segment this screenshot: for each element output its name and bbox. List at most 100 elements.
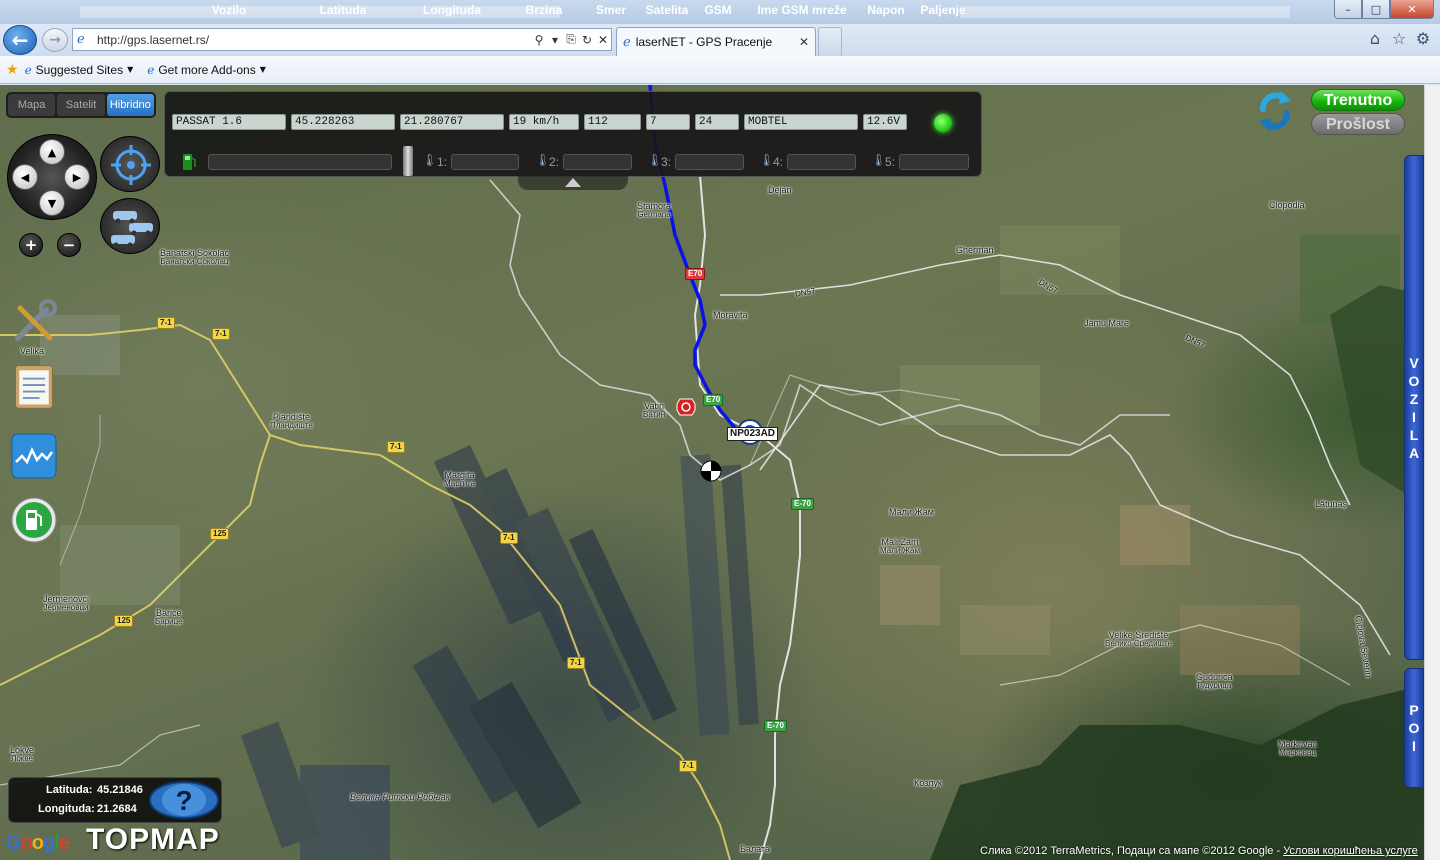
place-label: Velike Središte Велико Средиште xyxy=(1105,630,1172,649)
favorite-suggested-sites[interactable]: ℯ Suggested Sites ▼ xyxy=(25,63,134,77)
favorites-add-icon[interactable]: ★ xyxy=(6,62,19,78)
help-globe-icon[interactable]: ? xyxy=(148,780,220,820)
place-label: Vatin Ватин xyxy=(643,401,666,420)
place-label: Козлук xyxy=(914,778,942,788)
pan-down-button[interactable]: ▼ xyxy=(39,190,65,216)
vehicle-name-field[interactable]: PASSAT 1.6 xyxy=(172,114,286,130)
tab-letter: V xyxy=(1409,354,1419,371)
stop-icon[interactable]: ✕ xyxy=(595,33,611,47)
place-label: Dejan xyxy=(768,185,792,195)
show-all-vehicles-button[interactable] xyxy=(100,198,160,254)
back-button[interactable]: ← xyxy=(3,25,37,55)
road-shield: E-70 xyxy=(764,720,787,732)
forward-arrow-icon: → xyxy=(49,32,61,48)
address-text[interactable]: http://gps.lasernet.rs/ xyxy=(97,33,531,47)
map-type-hibridno[interactable]: Hibridno xyxy=(106,94,154,116)
road-shield: E70 xyxy=(685,268,706,280)
road-shield: 7-1 xyxy=(387,441,405,453)
alarm-marker-icon[interactable] xyxy=(676,398,696,416)
header-network: Ime GSM mreže xyxy=(757,3,847,17)
page-scrollbar[interactable] xyxy=(1424,85,1440,860)
thermometer-icon: 🌡 xyxy=(871,153,887,167)
place-label: Gherman xyxy=(956,245,994,255)
close-button[interactable]: ✕ xyxy=(1390,0,1434,19)
longitude-label: Longituda: xyxy=(38,803,95,815)
compatibility-icon[interactable]: ⎘ xyxy=(563,32,579,47)
start-flag-icon[interactable] xyxy=(700,460,722,482)
road-shield: 7-1 xyxy=(679,760,697,772)
map-type-mapa[interactable]: Mapa xyxy=(8,94,56,116)
sensor-1-label: 1: xyxy=(437,155,448,169)
tools-label: Velika xyxy=(20,346,45,356)
dropdown-icon[interactable]: ▾ xyxy=(547,33,563,47)
svg-text:?: ? xyxy=(175,785,192,816)
place-label: Jamu Mare xyxy=(1084,318,1130,328)
thermometer-icon: 🌡 xyxy=(535,153,551,167)
voltage-field: 12.6V xyxy=(863,114,907,130)
ignition-status-led xyxy=(934,114,952,132)
collapse-up-icon[interactable] xyxy=(565,178,581,187)
place-label: Margita Маргита xyxy=(444,470,476,489)
cars-icon xyxy=(111,211,153,248)
home-icon[interactable]: ⌂ xyxy=(1364,28,1386,50)
latitude-field: 45.228263 xyxy=(291,114,395,130)
poi-side-tab[interactable]: P O I xyxy=(1404,668,1424,788)
place-label: Markovac Марковац xyxy=(1278,739,1318,758)
tab-letter: L xyxy=(1409,426,1419,443)
tab-letter: I xyxy=(1412,408,1416,425)
vehicles-side-tab[interactable]: V O Z I L A xyxy=(1404,155,1424,660)
tab-title: laserNET - GPS Pracenje xyxy=(635,35,773,49)
fuel-station-icon[interactable] xyxy=(10,496,58,544)
google-logo: Google xyxy=(6,832,70,854)
refresh-icon[interactable]: ↻ xyxy=(579,33,595,47)
favorite-label: Suggested Sites xyxy=(35,62,124,77)
place-label: Moravița xyxy=(713,310,748,320)
place-label: Barice Барице xyxy=(155,608,183,627)
mode-history-button[interactable]: Prošlost xyxy=(1311,113,1405,135)
chart-graph-icon[interactable] xyxy=(10,432,58,480)
refresh-icon[interactable] xyxy=(1255,89,1295,133)
forward-button[interactable]: → xyxy=(42,28,68,52)
arrow-left-icon: ◀ xyxy=(20,170,30,184)
thermometer-icon: 🌡 xyxy=(422,153,438,167)
search-icon[interactable]: ⚲ xyxy=(531,33,547,47)
chevron-down-icon: ▼ xyxy=(259,65,266,74)
navigation-bar: ← → ℯ http://gps.lasernet.rs/ ⚲ ▾ ⎘ ↻ ✕ … xyxy=(0,24,1440,56)
place-label: Gudurica Гудурица xyxy=(1196,672,1233,691)
favorites-star-icon[interactable]: ☆ xyxy=(1388,28,1410,50)
topmap-logo: TOPMAP xyxy=(86,823,220,856)
favorite-label: Get more Add-ons xyxy=(158,62,256,77)
fuel-level-bar xyxy=(208,154,392,170)
tools-wrench-icon[interactable] xyxy=(10,298,58,346)
new-tab-button[interactable] xyxy=(818,27,842,56)
zoom-in-button[interactable]: + xyxy=(19,233,43,257)
place-label: Великн Ритски Рибњак xyxy=(350,792,450,802)
maximize-button[interactable]: □ xyxy=(1362,0,1390,19)
road-shield: E70 xyxy=(703,394,724,406)
terms-link[interactable]: Услови коришћења услуге xyxy=(1283,845,1418,857)
address-bar[interactable]: ℯ http://gps.lasernet.rs/ ⚲ ▾ ⎘ ↻ ✕ xyxy=(72,28,612,51)
copyright-text: Слика ©2012 TerraMetrics, Подаци са мапе… xyxy=(980,845,1284,857)
speed-field: 19 km/h xyxy=(509,114,579,130)
map-type-satelit[interactable]: Satelit xyxy=(57,94,105,116)
road-shield: 7-1 xyxy=(212,328,230,340)
header-heading: Smer xyxy=(595,3,627,17)
ie-page-icon: ℯ xyxy=(623,34,631,50)
place-label: Балата xyxy=(740,844,770,854)
report-clipboard-icon[interactable] xyxy=(10,362,58,410)
tab-letter: A xyxy=(1408,444,1420,461)
gsm-field: 24 xyxy=(695,114,739,130)
favorite-get-addons[interactable]: ℯ Get more Add-ons ▼ xyxy=(147,63,266,77)
pan-left-button[interactable]: ◀ xyxy=(12,164,38,190)
tab-close-icon[interactable]: ✕ xyxy=(799,35,809,49)
settings-gear-icon[interactable]: ⚙ xyxy=(1412,28,1434,50)
locate-vehicle-button[interactable] xyxy=(100,136,160,192)
place-label: Мали Жам xyxy=(889,507,934,517)
mode-current-button[interactable]: Trenutno xyxy=(1311,89,1405,111)
minimize-button[interactable]: – xyxy=(1334,0,1362,19)
pan-right-button[interactable]: ▶ xyxy=(64,164,90,190)
zoom-out-button[interactable]: − xyxy=(57,233,81,257)
tab-gps-pracenje[interactable]: ℯ laserNET - GPS Pracenje ✕ xyxy=(616,27,816,56)
vehicle-plate-label[interactable]: NP023AD xyxy=(727,427,779,441)
pan-up-button[interactable]: ▲ xyxy=(39,139,65,165)
